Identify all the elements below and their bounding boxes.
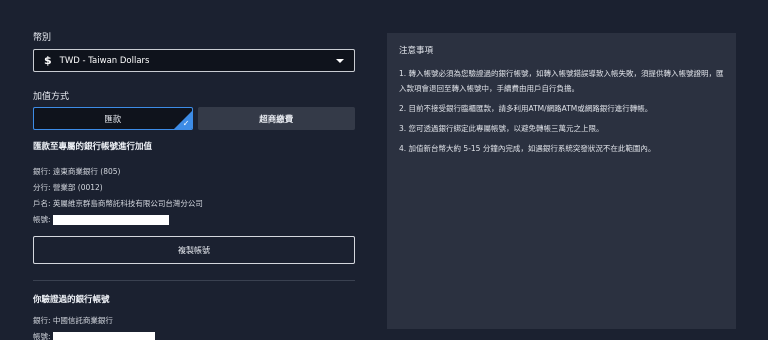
note-item: 4. 加值新台幣大約 5-15 分鐘內完成，如遇銀行系統突發狀況不在此範圍內。	[399, 144, 656, 153]
verified-account-info: 銀行: 中國信託商業銀行 帳號:	[33, 313, 355, 340]
chevron-down-icon	[336, 58, 344, 63]
notes-title: 注意事項	[399, 46, 434, 56]
currency-label: 幣別	[33, 33, 52, 43]
method-option-bank-transfer[interactable]: 匯款 ✓	[33, 107, 193, 130]
branch-name: 分行: 營業部 (0012)	[33, 183, 103, 192]
note-item: 2. 目前不接受銀行臨櫃匯款，請多利用ATM/網路ATM或網路銀行進行轉帳。	[399, 104, 653, 113]
method-tabs: 匯款 ✓ 超商繳費	[33, 107, 355, 130]
account-holder: 戶名: 英屬維京群島商幣託科技有限公司台灣分公司	[33, 199, 203, 208]
transfer-title: 匯款至專屬的銀行帳號進行加值	[33, 142, 153, 152]
verified-account-title: 你驗證過的銀行帳號	[33, 295, 110, 305]
currency-select[interactable]: $ TWD - Taiwan Dollars	[33, 49, 355, 72]
method-option-label: 匯款	[104, 114, 122, 125]
bank-name: 銀行: 遠東商業銀行 (805)	[33, 167, 121, 176]
check-icon: ✓	[182, 119, 190, 128]
redacted-account	[52, 332, 155, 340]
redacted-account	[52, 215, 169, 225]
dollar-icon: $	[44, 54, 52, 67]
account-number-row: 帳號:	[33, 212, 355, 228]
account-label: 帳號:	[33, 215, 51, 224]
verified-account-row: 帳號:	[33, 329, 355, 340]
verified-bank-name: 銀行: 中國信託商業銀行	[33, 316, 113, 325]
deposit-form: 幣別 $ TWD - Taiwan Dollars 加值方式 匯款 ✓ 超商繳費…	[33, 30, 355, 340]
currency-value: TWD - Taiwan Dollars	[59, 55, 150, 66]
notes-list: 1. 轉入帳號必須為您驗證過的銀行帳號，如轉入帳號錯誤導致入帳失敗，須提供轉入帳…	[399, 66, 724, 156]
copy-account-button[interactable]: 複製帳號	[33, 236, 355, 264]
method-option-convenience-store[interactable]: 超商繳費	[197, 107, 355, 130]
note-item: 3. 您可透過銀行綁定此專屬帳號，以避免轉帳三萬元之上限。	[399, 124, 604, 133]
transfer-info: 銀行: 遠東商業銀行 (805) 分行: 營業部 (0012) 戶名: 英屬維京…	[33, 164, 355, 228]
method-option-label: 超商繳費	[259, 114, 294, 125]
account-label: 帳號:	[33, 332, 51, 340]
method-label: 加值方式	[33, 92, 70, 102]
notes-panel: 注意事項 1. 轉入帳號必須為您驗證過的銀行帳號，如轉入帳號錯誤導致入帳失敗，須…	[387, 33, 736, 329]
divider	[33, 280, 355, 281]
note-item: 1. 轉入帳號必須為您驗證過的銀行帳號，如轉入帳號錯誤導致入帳失敗，須提供轉入帳…	[399, 69, 724, 93]
